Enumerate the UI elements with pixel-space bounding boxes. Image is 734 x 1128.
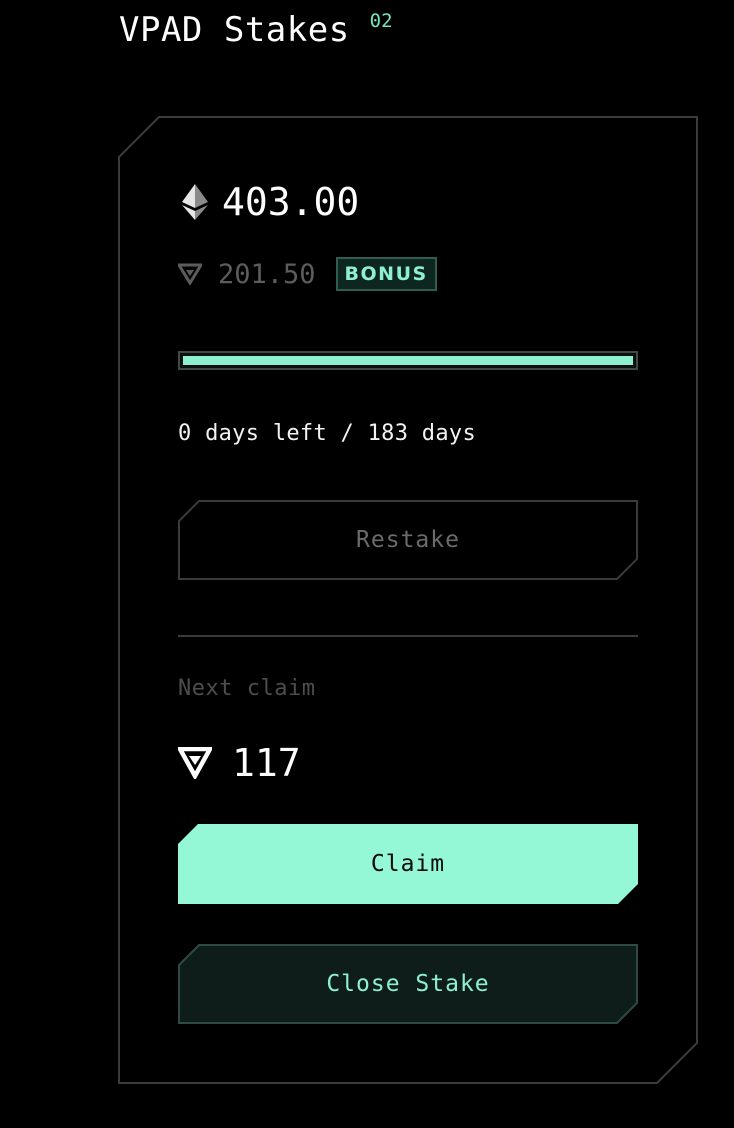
restake-button-label: Restake <box>356 527 460 553</box>
page-title: VPAD Stakes <box>119 10 350 50</box>
ethereum-icon <box>182 184 208 220</box>
stake-amount: 403.00 <box>222 180 360 224</box>
next-claim-amount-row: 117 <box>176 740 301 786</box>
page-header: VPAD Stakes 02 <box>119 8 393 52</box>
stake-count-badge: 02 <box>369 10 393 32</box>
stake-progress-fill <box>183 356 633 365</box>
bonus-amount: 201.50 <box>218 258 316 290</box>
stake-amount-row: 403.00 <box>182 180 359 224</box>
days-remaining-text: 0 days left / 183 days <box>178 421 476 446</box>
close-stake-button-label: Close Stake <box>326 971 490 997</box>
vpad-token-icon <box>176 263 204 286</box>
stake-progress-bar <box>178 351 638 370</box>
next-claim-amount: 117 <box>232 741 301 785</box>
claim-button[interactable]: Claim <box>178 824 638 904</box>
claim-button-label: Claim <box>370 851 446 877</box>
bonus-badge: BONUS <box>335 257 437 291</box>
vpad-token-icon <box>176 746 214 781</box>
next-claim-label: Next claim <box>178 676 316 701</box>
close-stake-button[interactable]: Close Stake <box>178 944 638 1024</box>
restake-button[interactable]: Restake <box>178 500 638 580</box>
bonus-row: 201.50 BONUS <box>176 256 437 292</box>
section-divider <box>178 635 638 637</box>
